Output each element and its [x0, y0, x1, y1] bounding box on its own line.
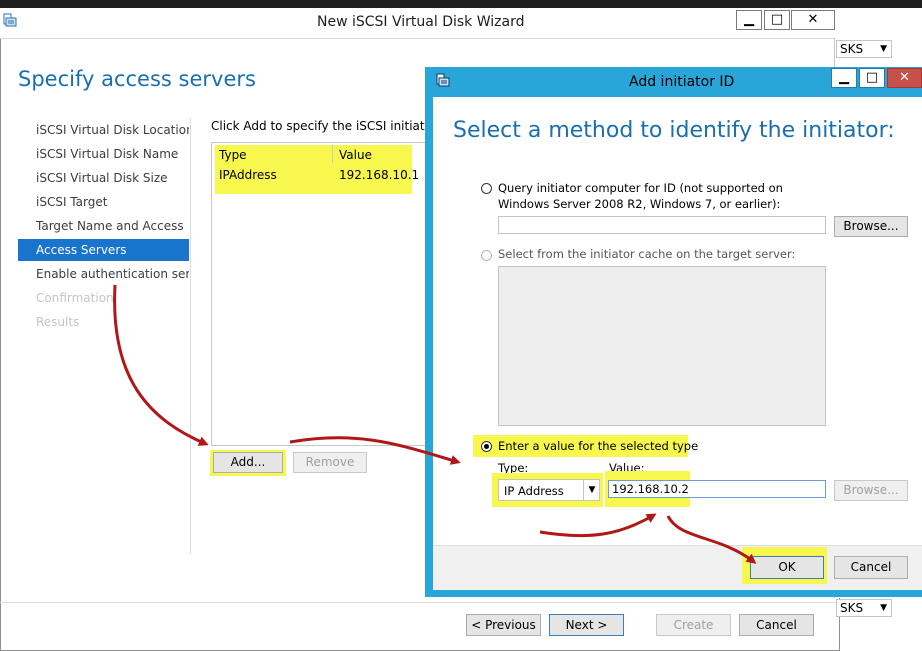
- arrow-to-ok: [666, 515, 757, 564]
- arrow-to-option: [289, 436, 461, 465]
- arrow-to-value: [539, 513, 657, 538]
- arrow-to-add: [113, 284, 209, 446]
- annotation-arrows: [113, 284, 757, 564]
